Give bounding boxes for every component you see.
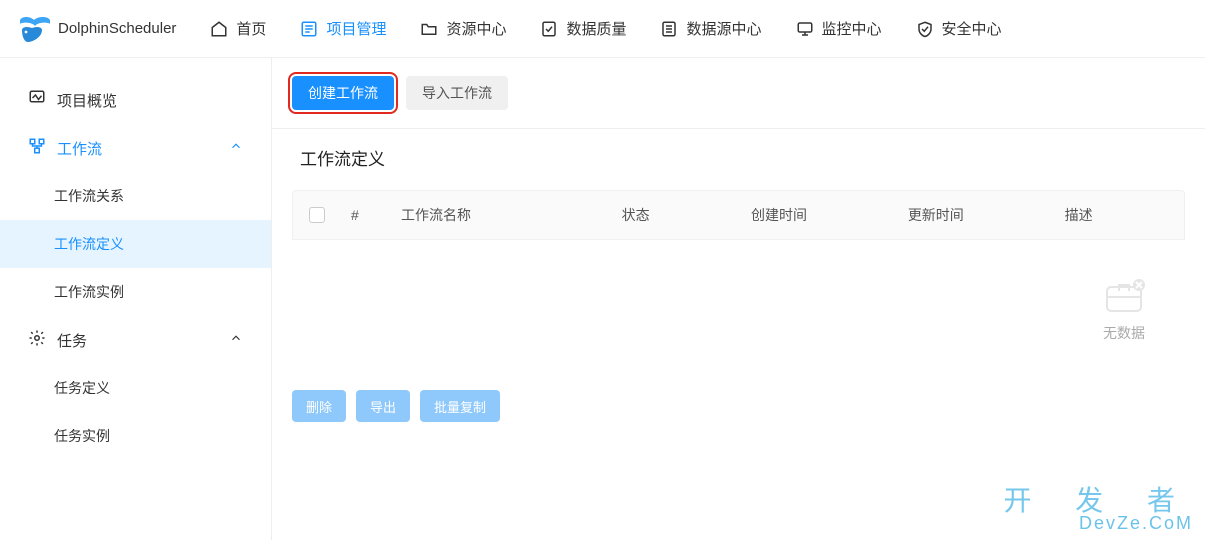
sidebar-sub-workflow-relation[interactable]: 工作流关系 [0,172,271,220]
sidebar-item-workflow[interactable]: 工作流 [0,124,271,172]
nav-label: 监控中心 [822,18,882,39]
shield-icon [916,20,934,38]
sidebar: 项目概览 工作流 工作流关系 工作流定义 工作流实例 任务 [0,58,272,540]
th-create-time: 创建时间 [741,205,898,225]
top-nav: DolphinScheduler 首页 项目管理 资源中心 数据质量 数据源中心 [0,0,1205,58]
footer-actions: 删除 导出 批量复制 [272,380,1205,440]
gear-icon [28,329,46,351]
overview-icon [28,89,46,111]
nav-monitor[interactable]: 监控中心 [796,18,882,39]
empty-text: 无数据 [1103,323,1145,343]
folder-icon [420,20,438,38]
nav-security[interactable]: 安全中心 [916,18,1002,39]
empty-icon [1103,277,1145,315]
sidebar-sub-label: 工作流实例 [54,282,124,302]
nav-label: 数据源中心 [686,18,761,39]
nav-dataquality[interactable]: 数据质量 [540,18,626,39]
section-title: 工作流定义 [272,129,1205,190]
nav-home[interactable]: 首页 [210,18,266,39]
dataquality-icon [540,20,558,38]
sidebar-item-task[interactable]: 任务 [0,316,271,364]
table-header: # 工作流名称 状态 创建时间 更新时间 描述 [292,190,1185,240]
sidebar-sub-workflow-definition[interactable]: 工作流定义 [0,220,271,268]
sidebar-item-label: 任务 [57,330,87,351]
nav-label: 资源中心 [446,18,506,39]
batch-copy-button[interactable]: 批量复制 [420,390,500,422]
nav-label: 首页 [236,18,266,39]
table: # 工作流名称 状态 创建时间 更新时间 描述 无数据 [272,190,1205,380]
th-desc: 描述 [1055,205,1184,225]
nav-resource[interactable]: 资源中心 [420,18,506,39]
import-workflow-button[interactable]: 导入工作流 [406,76,508,110]
create-workflow-button[interactable]: 创建工作流 [292,76,394,110]
nav-project[interactable]: 项目管理 [300,18,386,39]
chevron-up-icon [229,331,243,349]
brand-name: DolphinScheduler [58,20,176,37]
th-index: # [341,207,391,223]
export-button[interactable]: 导出 [356,390,410,422]
sidebar-item-label: 项目概览 [57,90,117,111]
home-icon [210,20,228,38]
project-icon [300,20,318,38]
select-all-checkbox[interactable] [309,207,325,223]
sidebar-sub-task-definition[interactable]: 任务定义 [0,364,271,412]
nav-datasource[interactable]: 数据源中心 [660,18,761,39]
datasource-icon [660,20,678,38]
content-card: 创建工作流 导入工作流 工作流定义 # 工作流名称 状态 创建时间 更新时间 描… [272,58,1205,540]
brand-logo-icon [18,14,52,44]
chevron-up-icon [229,139,243,157]
sidebar-sub-label: 任务实例 [54,426,110,446]
nav-label: 安全中心 [942,18,1002,39]
sidebar-sub-task-instance[interactable]: 任务实例 [0,412,271,460]
sidebar-item-overview[interactable]: 项目概览 [0,76,271,124]
workflow-icon [28,137,46,159]
nav-label: 项目管理 [326,18,386,39]
monitor-icon [796,20,814,38]
th-name: 工作流名称 [391,205,612,225]
main-area: 创建工作流 导入工作流 工作流定义 # 工作流名称 状态 创建时间 更新时间 描… [272,58,1205,540]
sidebar-sub-workflow-instance[interactable]: 工作流实例 [0,268,271,316]
brand[interactable]: DolphinScheduler [18,14,176,44]
th-status: 状态 [612,205,741,225]
sidebar-sub-label: 工作流关系 [54,186,124,206]
sidebar-sub-label: 任务定义 [54,378,110,398]
sidebar-sub-label: 工作流定义 [54,234,124,254]
nav-label: 数据质量 [566,18,626,39]
empty-state: 无数据 [292,240,1185,380]
delete-button[interactable]: 删除 [292,390,346,422]
th-update-time: 更新时间 [898,205,1055,225]
main-layout: 项目概览 工作流 工作流关系 工作流定义 工作流实例 任务 [0,58,1205,540]
toolbar: 创建工作流 导入工作流 [272,76,1205,128]
sidebar-item-label: 工作流 [57,138,102,159]
